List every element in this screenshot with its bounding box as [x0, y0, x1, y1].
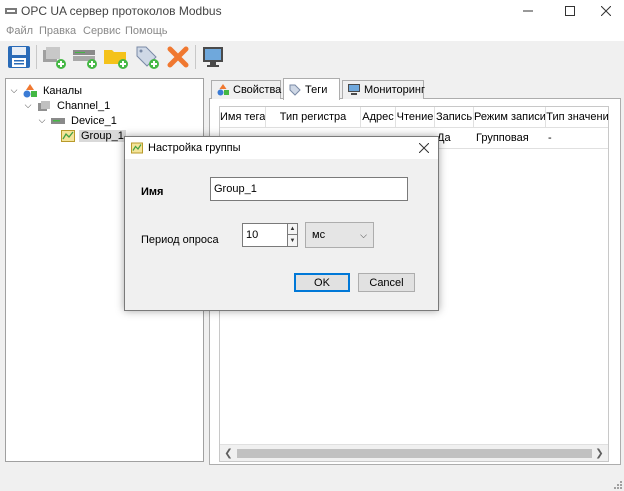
close-icon	[419, 143, 429, 153]
delete-button[interactable]	[164, 43, 192, 71]
column-header[interactable]: Режим записи	[474, 107, 546, 128]
status-bar	[0, 470, 624, 491]
tree-label-device: Device_1	[71, 114, 117, 127]
window-title: OPC UA сервер протоколов Modbus	[21, 4, 222, 18]
tab-tags[interactable]: Теги	[283, 78, 340, 100]
table-cell: Да	[437, 132, 451, 144]
group-icon	[61, 129, 75, 143]
tree-label-channel: Channel_1	[57, 99, 111, 112]
close-icon	[601, 6, 611, 16]
tree-item-channel[interactable]: ⌵ Channel_1	[23, 98, 112, 113]
menu-help[interactable]: Помощь	[125, 25, 168, 37]
add-channel-icon	[43, 47, 66, 69]
tab-properties-label: Свойства	[233, 84, 282, 96]
close-window-button[interactable]	[588, 0, 624, 22]
add-device-button[interactable]	[71, 43, 99, 71]
period-unit-value: мс	[312, 229, 326, 241]
spin-down-icon[interactable]: ▼	[288, 235, 297, 246]
group-icon	[131, 142, 143, 154]
add-channel-button[interactable]	[40, 43, 68, 71]
period-input[interactable]: 10	[242, 223, 288, 247]
column-header[interactable]: Тип регистра	[266, 107, 361, 128]
tree-label-group: Group_1	[79, 129, 126, 142]
save-button[interactable]	[5, 43, 33, 71]
device-icon	[51, 114, 65, 128]
properties-shapes-icon	[217, 84, 229, 96]
period-unit-select[interactable]: мс ⌵	[305, 222, 374, 248]
ok-button[interactable]: OK	[294, 273, 350, 292]
chevron-down-icon: ⌵	[360, 230, 367, 240]
app-network-icon	[5, 8, 17, 14]
column-header[interactable]: Тип значения	[546, 107, 608, 128]
add-tag-button[interactable]	[133, 43, 161, 71]
minimize-button[interactable]	[510, 0, 546, 22]
delete-x-icon	[167, 46, 189, 68]
add-group-folder-icon	[104, 50, 128, 69]
column-header[interactable]: Чтение	[396, 107, 435, 128]
maximize-button[interactable]	[552, 0, 588, 22]
maximize-icon	[565, 6, 575, 16]
minimize-icon	[523, 10, 533, 12]
tag-icon	[289, 84, 301, 96]
chevron-down-icon[interactable]: ⌵	[23, 100, 33, 111]
menu-file[interactable]: Файл	[6, 25, 33, 37]
toolbar-separator	[36, 45, 37, 69]
spin-up-icon[interactable]: ▲	[288, 224, 297, 235]
channel-icon	[37, 99, 51, 113]
table-cell: -	[548, 132, 552, 144]
menu-bar: Файл Правка Сервис Помощь	[0, 22, 624, 41]
toolbar	[0, 41, 624, 73]
chevron-down-icon[interactable]: ⌵	[9, 85, 19, 96]
period-stepper[interactable]: ▲ ▼	[287, 223, 298, 247]
name-label: Имя	[141, 186, 164, 198]
title-bar: OPC UA сервер протоколов Modbus	[0, 0, 624, 22]
menu-service[interactable]: Сервис	[83, 25, 121, 37]
chevron-down-icon[interactable]: ⌵	[37, 115, 47, 126]
scroll-left-icon[interactable]: ❮	[221, 446, 236, 461]
period-label: Период опроса	[141, 234, 219, 246]
table-header: Имя тега Тип регистра Адрес Чтение Запис…	[220, 107, 608, 128]
tab-monitoring-label: Мониторинг	[364, 84, 426, 96]
add-tag-icon	[136, 46, 159, 69]
menu-edit[interactable]: Правка	[39, 25, 76, 37]
monitor-icon	[203, 47, 223, 67]
dialog-title-bar: Настройка группы	[125, 137, 438, 159]
tab-properties[interactable]: Свойства	[211, 80, 281, 99]
add-group-button[interactable]	[102, 43, 130, 71]
tree-item-channels[interactable]: ⌵ Каналы	[9, 83, 84, 98]
dialog-title: Настройка группы	[148, 142, 241, 154]
channels-shapes-icon	[23, 83, 37, 98]
group-settings-dialog: Настройка группы Имя Group_1 Период опро…	[124, 136, 439, 311]
tree-item-group[interactable]: Group_1	[61, 128, 126, 143]
tab-tags-label: Теги	[305, 83, 328, 96]
toolbar-separator	[195, 45, 196, 69]
monitor-button[interactable]	[199, 43, 227, 71]
add-device-icon	[73, 50, 97, 69]
save-disk-icon	[8, 46, 30, 68]
dialog-close-button[interactable]	[410, 137, 438, 159]
tree-item-device[interactable]: ⌵ Device_1	[37, 113, 119, 128]
tree-label-channels: Каналы	[43, 84, 83, 97]
name-input[interactable]: Group_1	[210, 177, 408, 201]
tab-monitoring[interactable]: Мониторинг	[342, 80, 426, 99]
column-header[interactable]: Запись	[435, 107, 474, 128]
resize-grip-icon[interactable]	[612, 479, 622, 489]
column-header[interactable]: Имя тега	[220, 107, 266, 128]
scroll-right-icon[interactable]: ❯	[592, 446, 607, 461]
horizontal-scrollbar[interactable]: ❮ ❯	[220, 444, 608, 461]
column-header[interactable]: Адрес	[361, 107, 396, 128]
scrollbar-thumb[interactable]	[237, 449, 592, 458]
cancel-button[interactable]: Cancel	[358, 273, 415, 292]
table-cell: Групповая	[476, 132, 529, 144]
monitor-icon	[348, 84, 360, 96]
